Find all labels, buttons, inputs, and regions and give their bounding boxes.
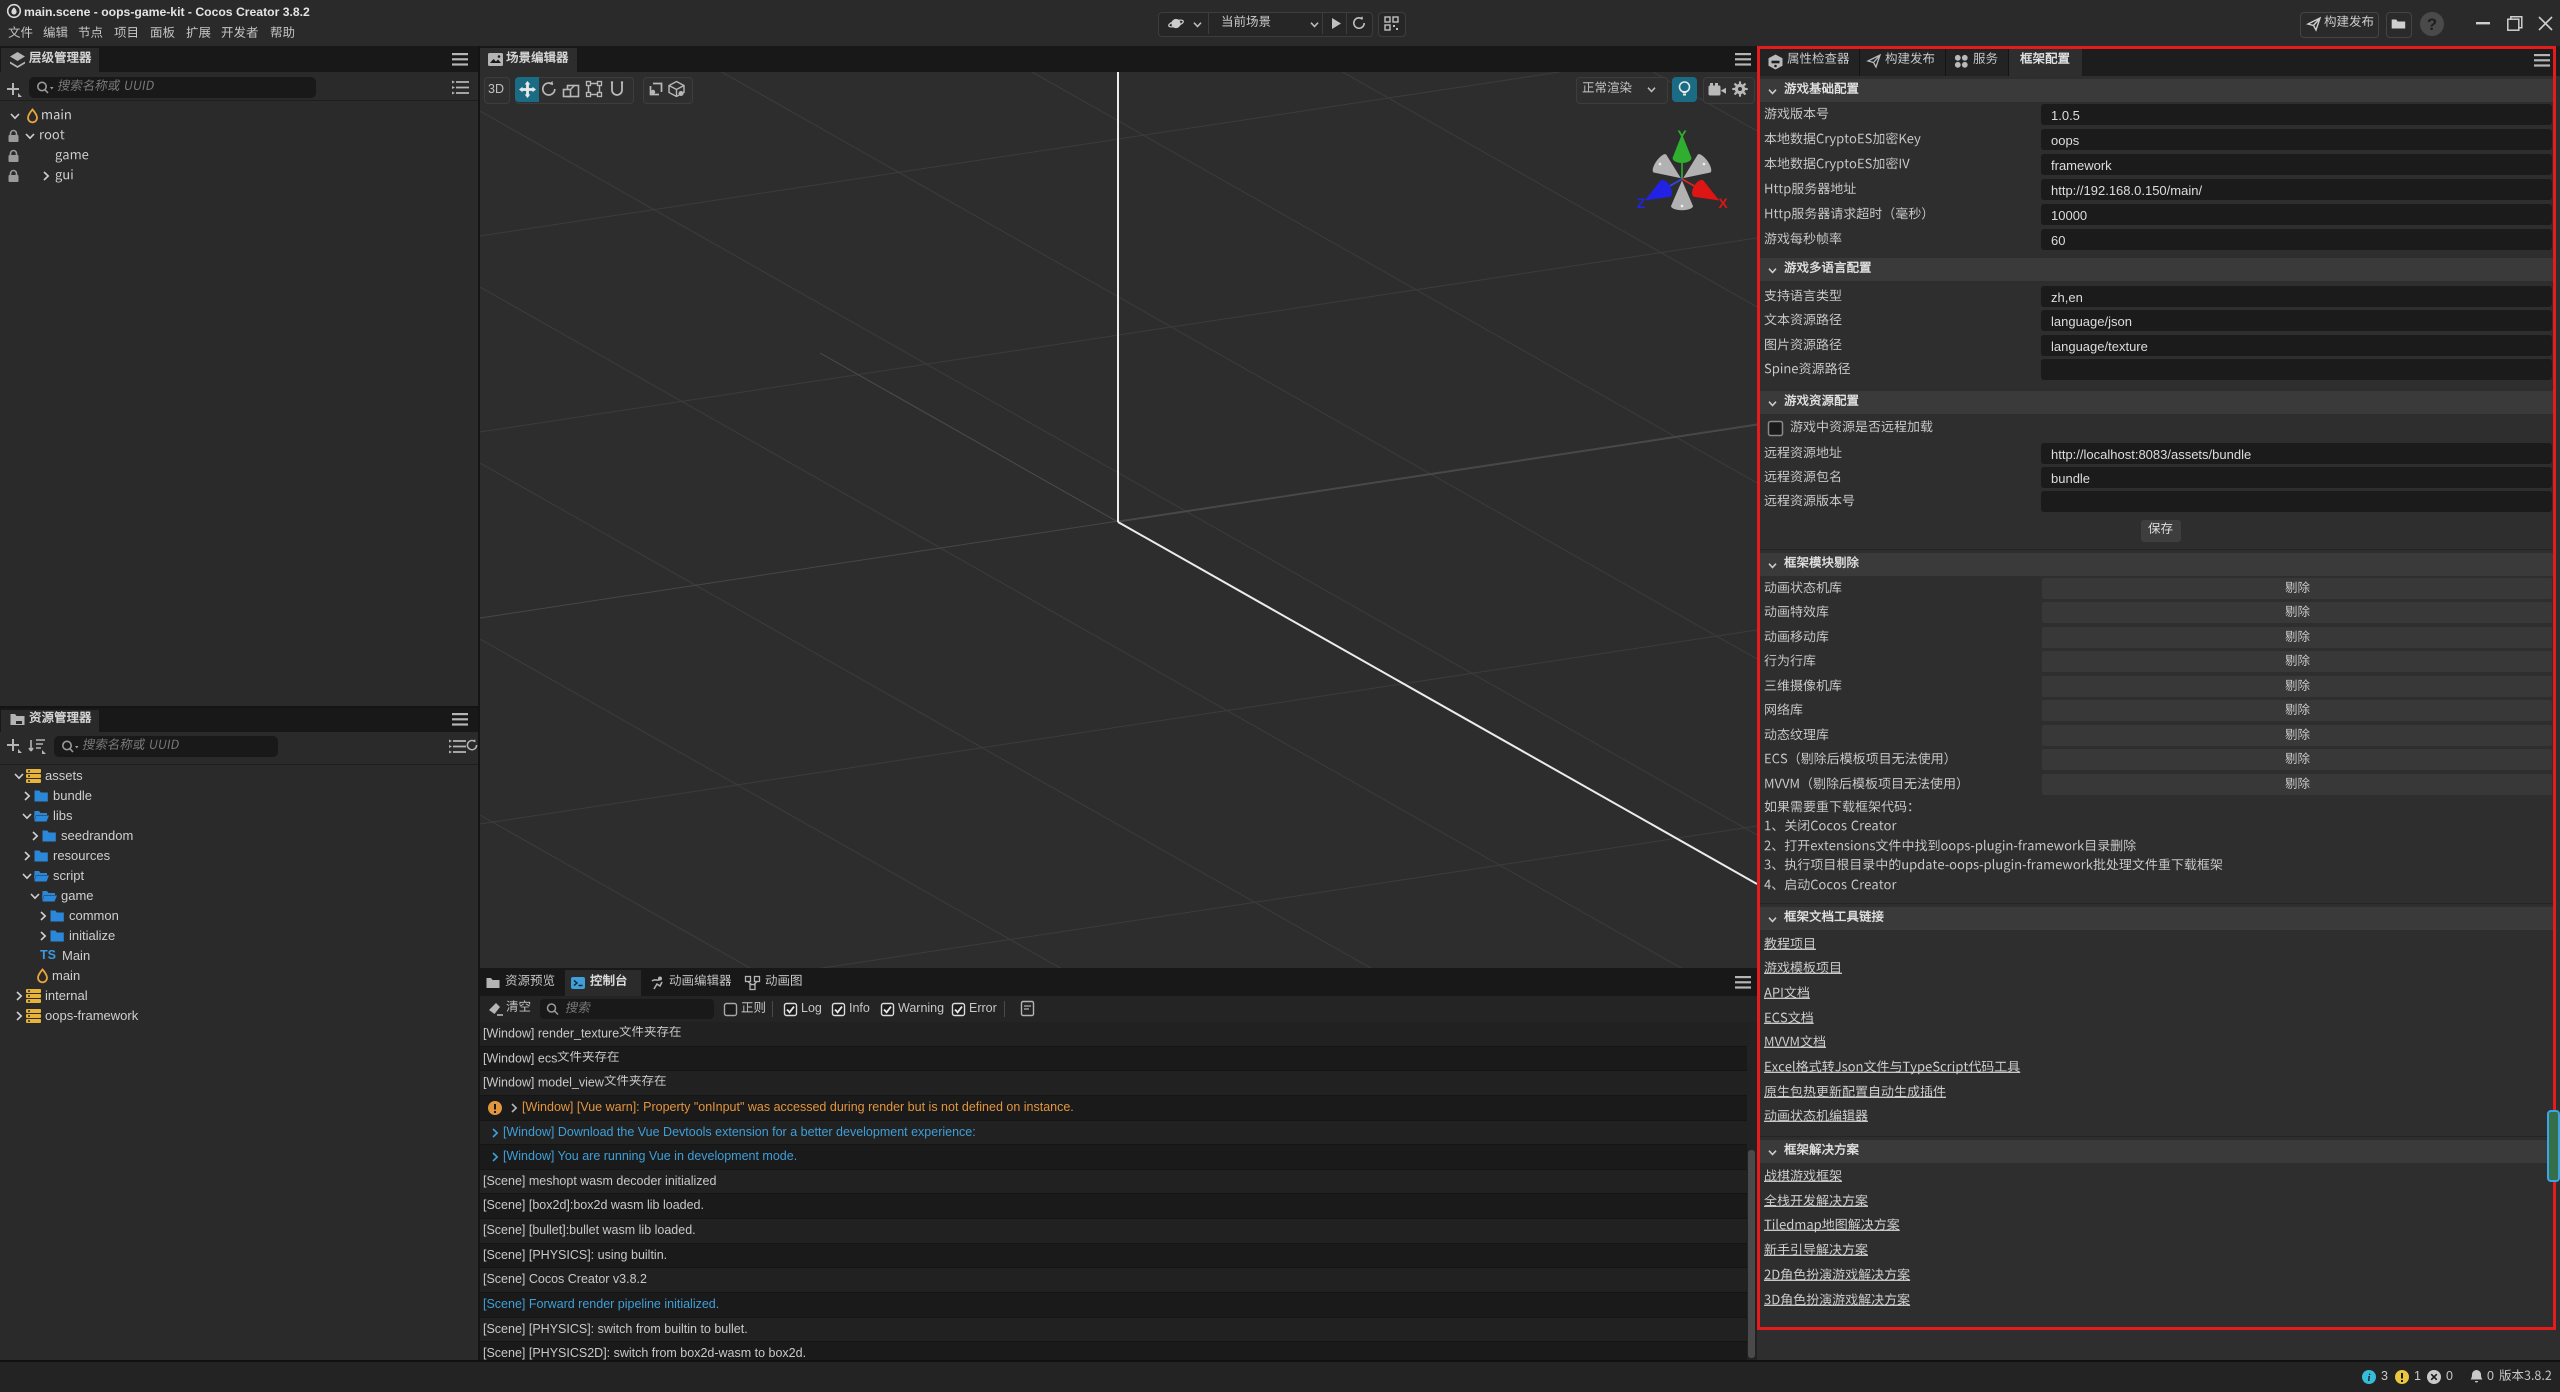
svg-text:i: i [2368,1373,2371,1384]
svg-text:?: ? [2427,15,2437,34]
svg-text:Y: Y [1677,127,1687,143]
svg-text:X: X [1718,195,1728,211]
svg-text:Z: Z [1637,195,1646,211]
